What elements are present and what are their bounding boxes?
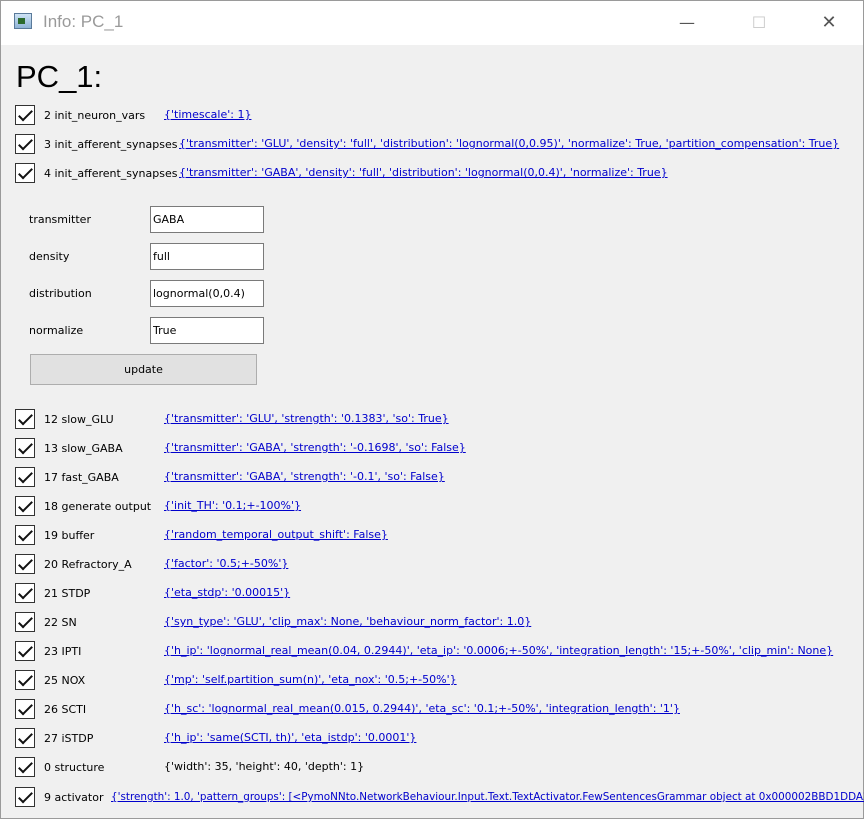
- behaviour-label: 18 generate output: [44, 499, 152, 513]
- behaviour-row: 17 fast_GABA: [15, 465, 119, 489]
- behaviour-label: 27 iSTDP: [44, 731, 94, 745]
- behaviour-row: 18 generate output: [15, 494, 151, 518]
- behaviour-label: 20 Refractory_A: [44, 557, 132, 571]
- normalize-field[interactable]: [150, 317, 264, 344]
- behaviour-checkbox[interactable]: [15, 467, 35, 487]
- window-title: Info: PC_1: [43, 12, 124, 31]
- behaviour-label: 13 slow_GABA: [44, 441, 123, 455]
- behaviour-params-link[interactable]: {'mp': 'self.partition_sum(n)', 'eta_nox…: [164, 668, 457, 692]
- info-window: Info: PC_1 — ☐ ✕ PC_1: 2 init_neuron_var…: [0, 0, 864, 819]
- behaviour-label: 17 fast_GABA: [44, 470, 119, 484]
- behaviour-label: 9 activator: [44, 790, 104, 804]
- behaviour-label: 19 buffer: [44, 528, 95, 542]
- behaviour-checkbox[interactable]: [15, 699, 35, 719]
- behaviour-label: 2 init_neuron_vars: [44, 108, 146, 122]
- behaviour-params-link[interactable]: {'h_sc': 'lognormal_real_mean(0.015, 0.2…: [164, 697, 680, 721]
- distribution-field[interactable]: [150, 280, 264, 307]
- behaviour-checkbox[interactable]: [15, 554, 35, 574]
- behaviour-label: 25 NOX: [44, 673, 86, 687]
- update-button[interactable]: update: [30, 354, 257, 385]
- behaviour-label: 3 init_afferent_synapses: [44, 137, 178, 151]
- behaviour-checkbox[interactable]: [15, 583, 35, 603]
- behaviour-label: 23 IPTI: [44, 644, 82, 658]
- behaviour-params-link[interactable]: {'transmitter': 'GLU', 'density': 'full'…: [179, 132, 839, 156]
- behaviour-checkbox[interactable]: [15, 438, 35, 458]
- behaviour-label: 12 slow_GLU: [44, 412, 114, 426]
- behaviour-label: 22 SN: [44, 615, 77, 629]
- behaviour-params-link[interactable]: {'init_TH': '0.1;+-100%'}: [164, 494, 301, 518]
- behaviour-row: 25 NOX: [15, 668, 85, 692]
- behaviour-row: 3 init_afferent_synapses: [15, 132, 177, 156]
- behaviour-params-link[interactable]: {'strength': 1.0, 'pattern_groups': [<Py…: [111, 785, 864, 809]
- minimize-button[interactable]: —: [667, 9, 707, 37]
- behaviour-row: 27 iSTDP: [15, 726, 93, 750]
- behaviour-label: 0 structure: [44, 760, 105, 774]
- behaviour-row: 21 STDP: [15, 581, 90, 605]
- behaviour-row: 9 activator: [15, 785, 103, 809]
- behaviour-checkbox[interactable]: [15, 728, 35, 748]
- distribution-label: distribution: [29, 287, 92, 300]
- behaviour-params-link[interactable]: {'eta_stdp': '0.00015'}: [164, 581, 290, 605]
- density-field[interactable]: [150, 243, 264, 270]
- behaviour-params-link[interactable]: {'transmitter': 'GLU', 'strength': '0.13…: [164, 407, 449, 431]
- behaviour-checkbox[interactable]: [15, 641, 35, 661]
- behaviour-params-link[interactable]: {'h_ip': 'lognormal_real_mean(0.04, 0.29…: [164, 639, 833, 663]
- transmitter-field[interactable]: [150, 206, 264, 233]
- behaviour-row: 20 Refractory_A: [15, 552, 132, 576]
- behaviour-params-link[interactable]: {'timescale': 1}: [164, 103, 251, 127]
- behaviour-checkbox[interactable]: [15, 787, 35, 807]
- behaviour-row: 22 SN: [15, 610, 77, 634]
- close-button[interactable]: ✕: [809, 9, 849, 37]
- behaviour-checkbox[interactable]: [15, 757, 35, 777]
- behaviour-row: 2 init_neuron_vars: [15, 103, 145, 127]
- behaviour-checkbox[interactable]: [15, 612, 35, 632]
- behaviour-checkbox[interactable]: [15, 670, 35, 690]
- app-icon: [14, 13, 32, 29]
- title-bar[interactable]: Info: PC_1 — ☐ ✕: [1, 1, 863, 45]
- transmitter-label: transmitter: [29, 213, 91, 226]
- behaviour-params-link[interactable]: {'transmitter': 'GABA', 'density': 'full…: [179, 161, 668, 185]
- behaviour-row: 4 init_afferent_synapses: [15, 161, 177, 185]
- behaviour-row: 0 structure: [15, 755, 104, 779]
- behaviour-checkbox[interactable]: [15, 105, 35, 125]
- behaviour-params-text: {'width': 35, 'height': 40, 'depth': 1}: [164, 760, 365, 773]
- behaviour-row: 13 slow_GABA: [15, 436, 123, 460]
- behaviour-label: 26 SCTI: [44, 702, 87, 716]
- behaviour-params-link[interactable]: {'h_ip': 'same(SCTI, th)', 'eta_istdp': …: [164, 726, 416, 750]
- behaviour-params-link[interactable]: {'syn_type': 'GLU', 'clip_max': None, 'b…: [164, 610, 531, 634]
- behaviour-params-link[interactable]: {'transmitter': 'GABA', 'strength': '-0.…: [164, 465, 445, 489]
- behaviour-checkbox[interactable]: [15, 525, 35, 545]
- behaviour-label: 4 init_afferent_synapses: [44, 166, 178, 180]
- density-label: density: [29, 250, 70, 263]
- behaviour-params-link[interactable]: {'factor': '0.5;+-50%'}: [164, 552, 288, 576]
- behaviour-row: 19 buffer: [15, 523, 94, 547]
- page-title: PC_1:: [16, 59, 103, 94]
- behaviour-checkbox[interactable]: [15, 163, 35, 183]
- behaviour-label: 21 STDP: [44, 586, 91, 600]
- behaviour-checkbox[interactable]: [15, 134, 35, 154]
- behaviour-row: 26 SCTI: [15, 697, 86, 721]
- behaviour-row: 23 IPTI: [15, 639, 81, 663]
- normalize-label: normalize: [29, 324, 84, 337]
- maximize-button[interactable]: ☐: [739, 9, 779, 37]
- behaviour-params-link[interactable]: {'random_temporal_output_shift': False}: [164, 523, 388, 547]
- behaviour-params-link[interactable]: {'transmitter': 'GABA', 'strength': '-0.…: [164, 436, 466, 460]
- behaviour-row: 12 slow_GLU: [15, 407, 114, 431]
- behaviour-checkbox[interactable]: [15, 496, 35, 516]
- behaviour-checkbox[interactable]: [15, 409, 35, 429]
